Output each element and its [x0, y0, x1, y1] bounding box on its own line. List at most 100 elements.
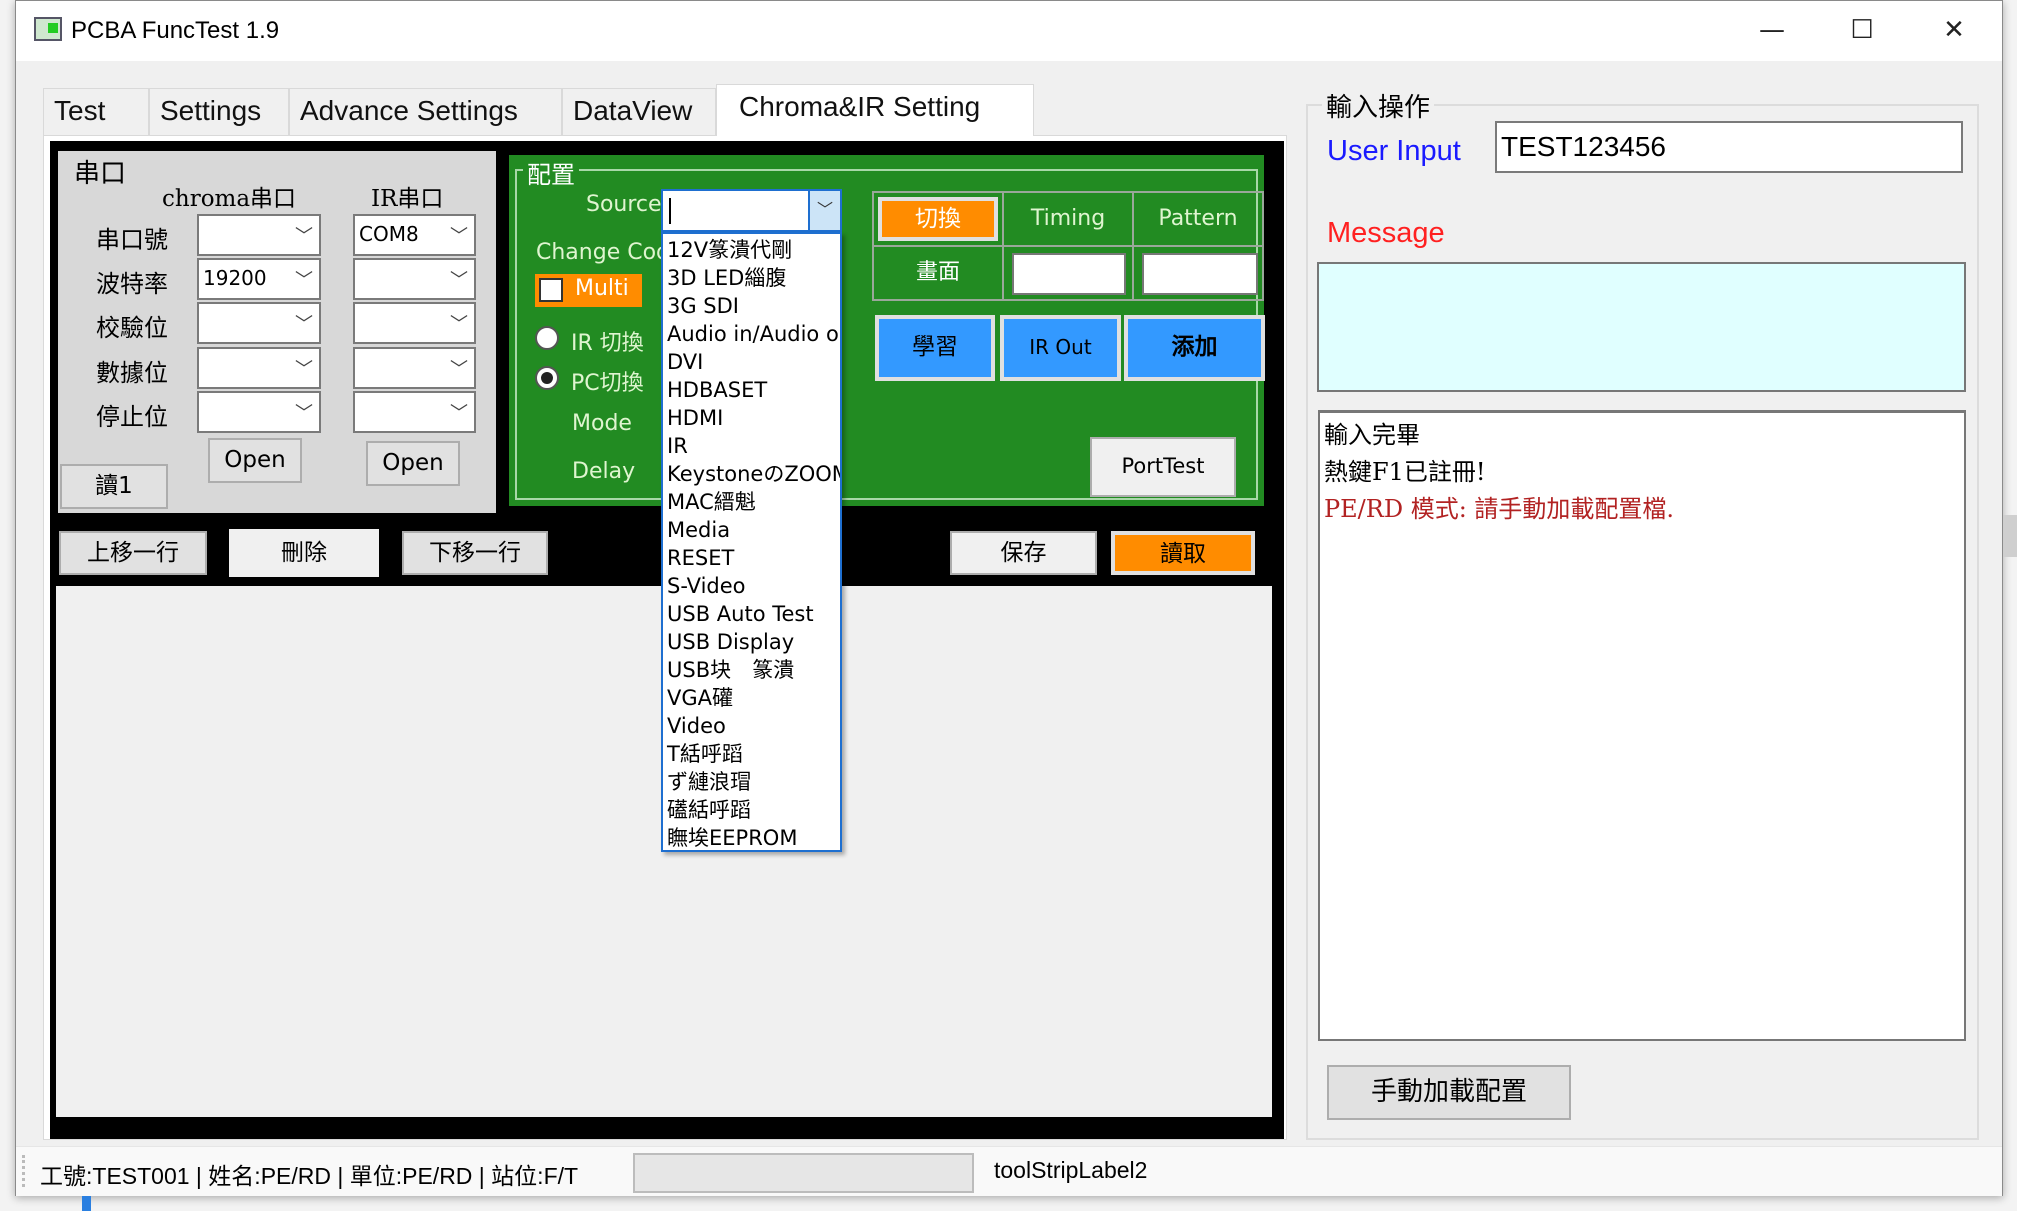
add-button[interactable]: 添加	[1124, 315, 1265, 381]
source-combo[interactable]: ﹀	[661, 189, 842, 232]
source-option[interactable]: HDBASET	[663, 376, 840, 404]
delete-button[interactable]: 刪除	[229, 529, 379, 577]
serial-row-label: 串口號	[96, 226, 168, 254]
read-button[interactable]: 讀取	[1111, 531, 1255, 575]
chroma-combo[interactable]: ﹀	[197, 302, 321, 344]
ir-combo[interactable]: COM8 ﹀	[353, 214, 476, 256]
source-option[interactable]: Media	[663, 516, 840, 544]
tab-settings[interactable]: Settings	[149, 88, 289, 135]
minimize-button[interactable]: —	[1727, 1, 1817, 61]
chroma-header: chroma串口	[162, 186, 297, 212]
learn-button[interactable]: 學習	[875, 315, 995, 381]
timing-cell	[1002, 245, 1134, 301]
source-option[interactable]: 12V篆潰代剛	[663, 236, 840, 264]
close-button[interactable]: ✕	[1909, 1, 1999, 61]
screen-label: 畫面	[872, 245, 1004, 301]
timing-input[interactable]	[1012, 253, 1126, 295]
chevron-down-icon: ﹀	[295, 359, 313, 380]
tab-test[interactable]: Test	[43, 88, 149, 135]
source-option[interactable]: KeystoneのZOOM	[663, 460, 840, 488]
user-input-field[interactable]: TEST123456	[1495, 121, 1963, 173]
grip-icon	[22, 1155, 25, 1187]
log-box[interactable]: 輸入完畢 熱鍵F1已註冊! PE/RD 模式: 請手動加載配置檔.	[1318, 410, 1966, 1041]
source-option[interactable]: 礚絬呼蹈	[663, 796, 840, 824]
maximize-button[interactable]: ☐	[1817, 1, 1907, 61]
read1-button[interactable]: 讀1	[60, 464, 168, 509]
switch-button[interactable]: 切換	[878, 197, 998, 241]
source-label: Source	[586, 192, 662, 217]
chroma-combo[interactable]: ﹀	[197, 214, 321, 256]
source-option[interactable]: USB Auto Test	[663, 600, 840, 628]
tab-advance-settings[interactable]: Advance Settings	[289, 88, 562, 135]
source-option[interactable]: S-Video	[663, 572, 840, 600]
ir-switch-label: IR 切換	[571, 331, 644, 356]
config-group: 配置 Source Change Code Multi IR 切換 PC切換 M…	[509, 155, 1265, 506]
source-option[interactable]: HDMI	[663, 404, 840, 432]
ir-combo[interactable]: ﹀	[353, 302, 476, 344]
ir-out-button[interactable]: IR Out	[1000, 315, 1121, 381]
timing-header: Timing	[1002, 191, 1134, 247]
chroma-combo[interactable]: ﹀	[197, 347, 321, 389]
checkbox-box[interactable]	[539, 278, 563, 302]
save-button[interactable]: 保存	[950, 531, 1097, 575]
serial-group-title: 串口	[74, 159, 127, 189]
chroma-combo[interactable]: 19200 ﹀	[197, 258, 321, 300]
config-title: 配置	[523, 155, 579, 190]
source-option[interactable]: DVI	[663, 348, 840, 376]
pattern-input[interactable]	[1142, 253, 1258, 295]
tool-strip-label: toolStripLabel2	[994, 1157, 1148, 1183]
source-option[interactable]: IR	[663, 432, 840, 460]
pattern-header: Pattern	[1132, 191, 1264, 247]
text-cursor	[669, 198, 671, 224]
chevron-down-icon: ﹀	[450, 270, 468, 291]
ir-combo[interactable]: ﹀	[353, 347, 476, 389]
port-test-button[interactable]: PortTest	[1090, 437, 1236, 497]
ir-header: IR串口	[371, 186, 444, 212]
chevron-down-icon: ﹀	[450, 403, 468, 424]
app-icon	[34, 17, 62, 41]
log-line: 熱鍵F1已註冊!	[1324, 458, 1486, 486]
message-label: Message	[1327, 217, 1445, 249]
tab-chroma-ir-setting[interactable]: Chroma&IR Setting	[716, 84, 1034, 136]
move-up-button[interactable]: 上移一行	[59, 531, 207, 575]
source-dropdown-list[interactable]: 12V篆潰代剛 3D LED緇腹 3G SDI Audio in/Audio o DVI…	[661, 232, 842, 852]
manual-load-config-button[interactable]: 手動加載配置	[1327, 1065, 1571, 1120]
open-chroma-button[interactable]: Open	[208, 438, 302, 483]
tab-dataview[interactable]: DataView	[562, 88, 716, 135]
ir-switch-radio[interactable]	[535, 326, 559, 350]
source-option[interactable]: Video	[663, 712, 840, 740]
move-down-button[interactable]: 下移一行	[402, 531, 548, 575]
open-ir-button[interactable]: Open	[366, 441, 460, 486]
source-option[interactable]: USB块 篆潰	[663, 656, 840, 684]
serial-row-label: 校驗位	[96, 314, 168, 342]
chevron-down-icon: ﹀	[450, 359, 468, 380]
title-bar: PCBA FuncTest 1.9 — ☐ ✕	[16, 1, 2002, 61]
log-line: 輸入完畢	[1324, 421, 1420, 449]
multi-checkbox[interactable]: Multi	[535, 274, 642, 307]
source-option[interactable]: 瞴埃EEPROM	[663, 824, 840, 852]
source-option[interactable]: ず縺浪瑁	[663, 768, 840, 796]
source-option[interactable]: Audio in/Audio o	[663, 320, 840, 348]
background-scrollbar	[2003, 515, 2017, 557]
source-option[interactable]: 3G SDI	[663, 292, 840, 320]
source-option[interactable]: MAC縉魁	[663, 488, 840, 516]
switch-cell: 切換	[872, 191, 1004, 247]
ir-combo[interactable]: ﹀	[353, 391, 476, 433]
source-option[interactable]: RESET	[663, 544, 840, 572]
multi-label: Multi	[575, 276, 629, 301]
serial-row-label: 停止位	[96, 403, 168, 431]
serial-row-label: 波特率	[96, 270, 168, 298]
background-window-strip	[82, 1196, 91, 1211]
source-option[interactable]: VGA礶	[663, 684, 840, 712]
source-option[interactable]: USB Display	[663, 628, 840, 656]
pc-switch-radio[interactable]	[535, 366, 559, 390]
serial-group: 串口 chroma串口 IR串口 串口號 ﹀ COM8 ﹀ 波特率 19200 ﹀ ﹀…	[58, 151, 496, 513]
source-option[interactable]: 3D LED緇腹	[663, 264, 840, 292]
combo-value: 19200	[203, 266, 267, 290]
source-option[interactable]: T絬呼蹈	[663, 740, 840, 768]
delay-label: Delay	[572, 459, 636, 484]
ir-combo[interactable]: ﹀	[353, 258, 476, 300]
chroma-combo[interactable]: ﹀	[197, 391, 321, 433]
chevron-down-icon[interactable]: ﹀	[808, 191, 840, 230]
user-info: 工號:TEST001 | 姓名:PE/RD | 單位:PE/RD | 站位:F/…	[40, 1163, 579, 1189]
